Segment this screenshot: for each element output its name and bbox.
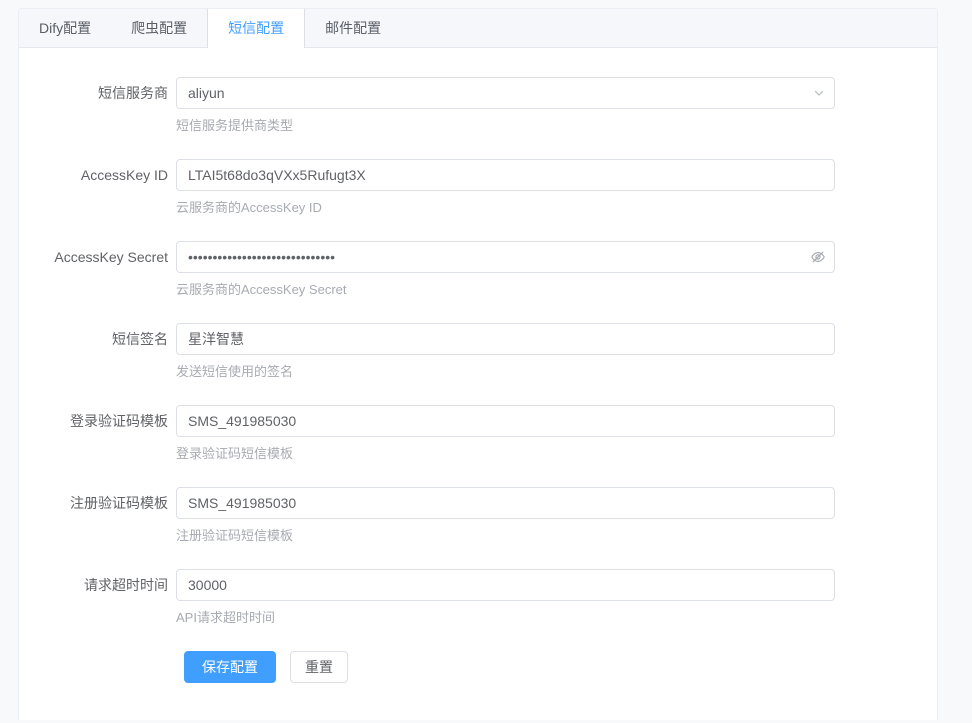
sms-provider-input[interactable] [176, 77, 835, 109]
accesskey-id-helper: 云服务商的AccessKey ID [176, 199, 835, 216]
accesskey-secret-input[interactable] [176, 241, 835, 273]
sms-signature-input[interactable] [176, 323, 835, 355]
config-tabs: Dify配置 爬虫配置 短信配置 邮件配置 [19, 9, 937, 48]
field-register-code-template: 注册验证码模板 注册验证码短信模板 [19, 487, 937, 544]
request-timeout-wrap [176, 569, 835, 601]
field-accesskey-secret: AccessKey Secret 云服务商的AccessKey Secret [19, 241, 937, 298]
login-code-template-input[interactable] [176, 405, 835, 437]
sms-provider-select[interactable] [176, 77, 835, 109]
field-request-timeout: 请求超时时间 API请求超时时间 [19, 569, 937, 626]
register-code-template-helper: 注册验证码短信模板 [176, 527, 835, 544]
tab-crawler-config[interactable]: 爬虫配置 [111, 9, 207, 47]
sms-settings-card: Dify配置 爬虫配置 短信配置 邮件配置 短信服务商 短信服务提供商类型 [18, 8, 938, 720]
request-timeout-helper: API请求超时时间 [176, 609, 835, 626]
login-code-template-wrap [176, 405, 835, 437]
save-config-button[interactable]: 保存配置 [184, 651, 276, 683]
accesskey-id-label: AccessKey ID [19, 159, 176, 216]
request-timeout-label: 请求超时时间 [19, 569, 176, 626]
reset-button[interactable]: 重置 [290, 651, 348, 683]
accesskey-secret-helper: 云服务商的AccessKey Secret [176, 281, 835, 298]
sms-signature-helper: 发送短信使用的签名 [176, 363, 835, 380]
form-actions: 保存配置 重置 [184, 651, 937, 683]
register-code-template-label: 注册验证码模板 [19, 487, 176, 544]
sms-config-form: 短信服务商 短信服务提供商类型 AccessKey ID [19, 48, 937, 723]
register-code-template-wrap [176, 487, 835, 519]
sms-provider-label: 短信服务商 [19, 77, 176, 134]
sms-signature-label: 短信签名 [19, 323, 176, 380]
tab-dify-config[interactable]: Dify配置 [19, 9, 111, 47]
chevron-down-icon[interactable] [812, 86, 826, 100]
register-code-template-input[interactable] [176, 487, 835, 519]
eye-off-icon[interactable] [810, 249, 826, 265]
accesskey-secret-label: AccessKey Secret [19, 241, 176, 298]
login-code-template-label: 登录验证码模板 [19, 405, 176, 462]
field-sms-signature: 短信签名 发送短信使用的签名 [19, 323, 937, 380]
field-accesskey-id: AccessKey ID 云服务商的AccessKey ID [19, 159, 937, 216]
accesskey-id-input[interactable] [176, 159, 835, 191]
accesskey-secret-wrap [176, 241, 835, 273]
sms-signature-wrap [176, 323, 835, 355]
tab-mail-config[interactable]: 邮件配置 [305, 9, 401, 47]
request-timeout-input[interactable] [176, 569, 835, 601]
field-login-code-template: 登录验证码模板 登录验证码短信模板 [19, 405, 937, 462]
login-code-template-helper: 登录验证码短信模板 [176, 445, 835, 462]
accesskey-id-wrap [176, 159, 835, 191]
sms-provider-helper: 短信服务提供商类型 [176, 117, 835, 134]
field-sms-provider: 短信服务商 短信服务提供商类型 [19, 77, 937, 134]
tab-sms-config[interactable]: 短信配置 [207, 9, 305, 48]
